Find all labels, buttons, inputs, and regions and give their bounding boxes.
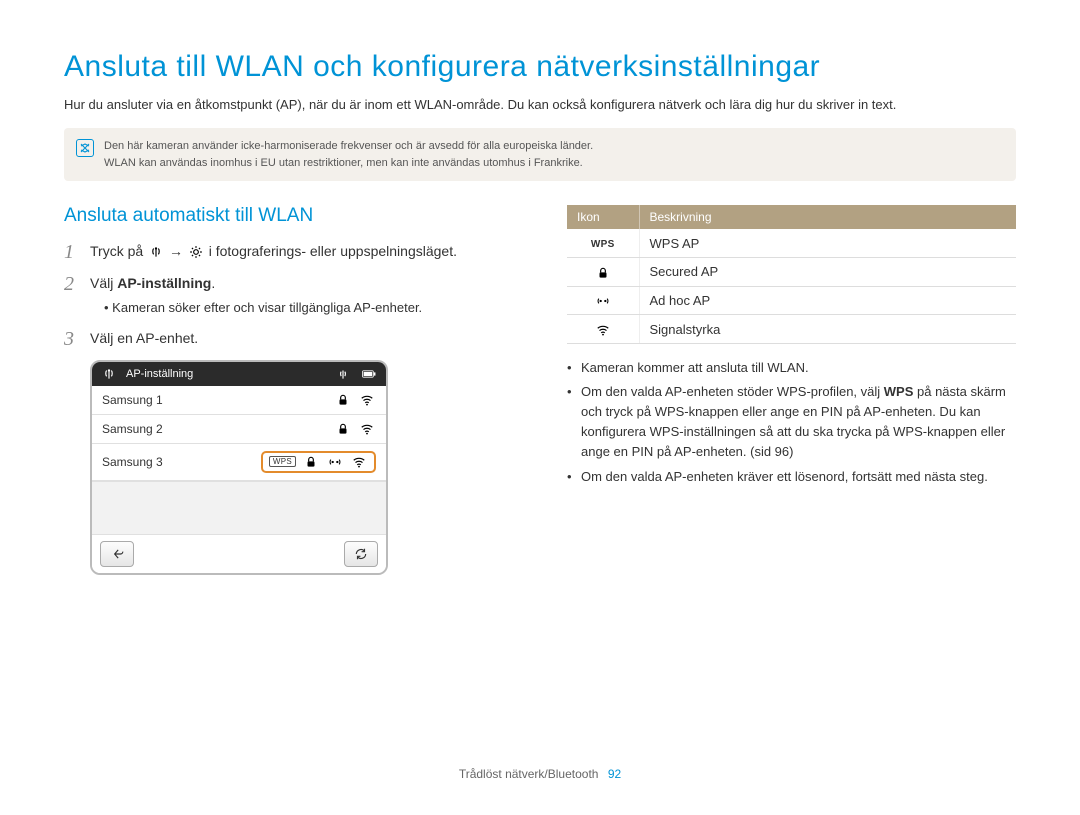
step-number: 3 — [64, 328, 80, 350]
lock-icon — [596, 266, 610, 280]
ap-panel-title: AP-inställning — [126, 368, 193, 380]
ap-name: Samsung 1 — [102, 393, 324, 407]
gear-icon — [189, 245, 203, 259]
antenna-small-icon — [336, 367, 350, 381]
note-icon — [76, 139, 94, 157]
arrow-icon: → — [169, 243, 183, 259]
step-text-bold: AP-inställning — [117, 275, 211, 291]
ap-blank-area — [92, 481, 386, 535]
lock-icon — [336, 393, 350, 407]
ap-list-row[interactable]: Samsung 3 WPS — [92, 444, 386, 481]
ap-panel-header: AP-inställning — [92, 362, 386, 386]
ap-list-row[interactable]: Samsung 1 — [92, 386, 386, 415]
back-button[interactable] — [100, 541, 134, 567]
info-callout: Den här kameran använder icke-harmoniser… — [64, 128, 1016, 181]
adhoc-icon — [596, 294, 610, 308]
refresh-button[interactable] — [344, 541, 378, 567]
table-header: Beskrivning — [639, 205, 1016, 229]
table-cell: Secured AP — [639, 258, 1016, 287]
antenna-icon — [102, 367, 116, 381]
table-row: Secured AP — [567, 258, 1016, 287]
icon-description-table: Ikon Beskrivning WPS WPS AP Secured AP A… — [567, 205, 1016, 344]
wifi-icon — [352, 455, 366, 469]
footer-text: Trådlöst nätverk/Bluetooth — [459, 767, 599, 781]
step-text: Tryck på — [90, 243, 147, 259]
list-item: Kameran kommer att ansluta till WLAN. — [567, 358, 1016, 378]
ap-settings-panel: AP-inställning Samsung 1 Samsung 2 — [90, 360, 388, 575]
list-item: Om den valda AP-enheten stöder WPS-profi… — [567, 382, 1016, 463]
ap-name: Samsung 3 — [102, 455, 251, 469]
battery-icon — [362, 367, 376, 381]
table-row: Ad hoc AP — [567, 286, 1016, 315]
wifi-icon — [360, 422, 374, 436]
right-bullet-list: Kameran kommer att ansluta till WLAN. Om… — [567, 358, 1016, 487]
table-cell: Ad hoc AP — [639, 286, 1016, 315]
info-line: Den här kameran använder icke-harmoniser… — [104, 138, 593, 155]
step-text: Välj — [90, 275, 117, 291]
section-title: Ansluta automatiskt till WLAN — [64, 205, 519, 227]
adhoc-icon — [328, 455, 342, 469]
step-text: . — [211, 275, 215, 291]
ap-selected-badges: WPS — [261, 451, 376, 473]
step-number: 1 — [64, 241, 80, 263]
table-cell: Signalstyrka — [639, 315, 1016, 344]
step-sub-bullet: Kameran söker efter och visar tillgängli… — [104, 298, 519, 318]
info-line: WLAN kan användas inomhus i EU utan rest… — [104, 155, 593, 172]
ap-list-row[interactable]: Samsung 2 — [92, 415, 386, 444]
ap-name: Samsung 2 — [102, 422, 324, 436]
page-footer: Trådlöst nätverk/Bluetooth 92 — [0, 767, 1080, 781]
antenna-icon — [149, 245, 163, 259]
bullet-text: Om den valda AP-enheten stöder WPS-profi… — [581, 384, 884, 399]
wps-badge: WPS — [269, 456, 296, 468]
page-heading: Ansluta till WLAN och konfigurera nätver… — [64, 50, 1016, 84]
step-2: 2 Välj AP-inställning. Kameran söker eft… — [64, 273, 519, 318]
table-row: Signalstyrka — [567, 315, 1016, 344]
step-1: 1 Tryck på → i fotograferings- eller upp… — [64, 241, 519, 263]
list-item: Om den valda AP-enheten kräver ett lösen… — [567, 467, 1016, 487]
lock-icon — [336, 422, 350, 436]
page-number: 92 — [608, 767, 621, 781]
table-row: WPS WPS AP — [567, 229, 1016, 258]
wifi-icon — [596, 323, 610, 337]
bullet-text-bold: WPS — [884, 384, 914, 399]
step-number: 2 — [64, 273, 80, 295]
wps-badge: WPS — [588, 239, 618, 250]
intro-text: Hur du ansluter via en åtkomstpunkt (AP)… — [64, 96, 1016, 114]
step-text: i fotograferings- eller uppspelningsläge… — [209, 243, 457, 259]
table-header: Ikon — [567, 205, 639, 229]
wifi-icon — [360, 393, 374, 407]
step-text: Välj en AP-enhet. — [90, 328, 519, 349]
step-3: 3 Välj en AP-enhet. — [64, 328, 519, 350]
table-cell: WPS AP — [639, 229, 1016, 258]
lock-icon — [304, 455, 318, 469]
